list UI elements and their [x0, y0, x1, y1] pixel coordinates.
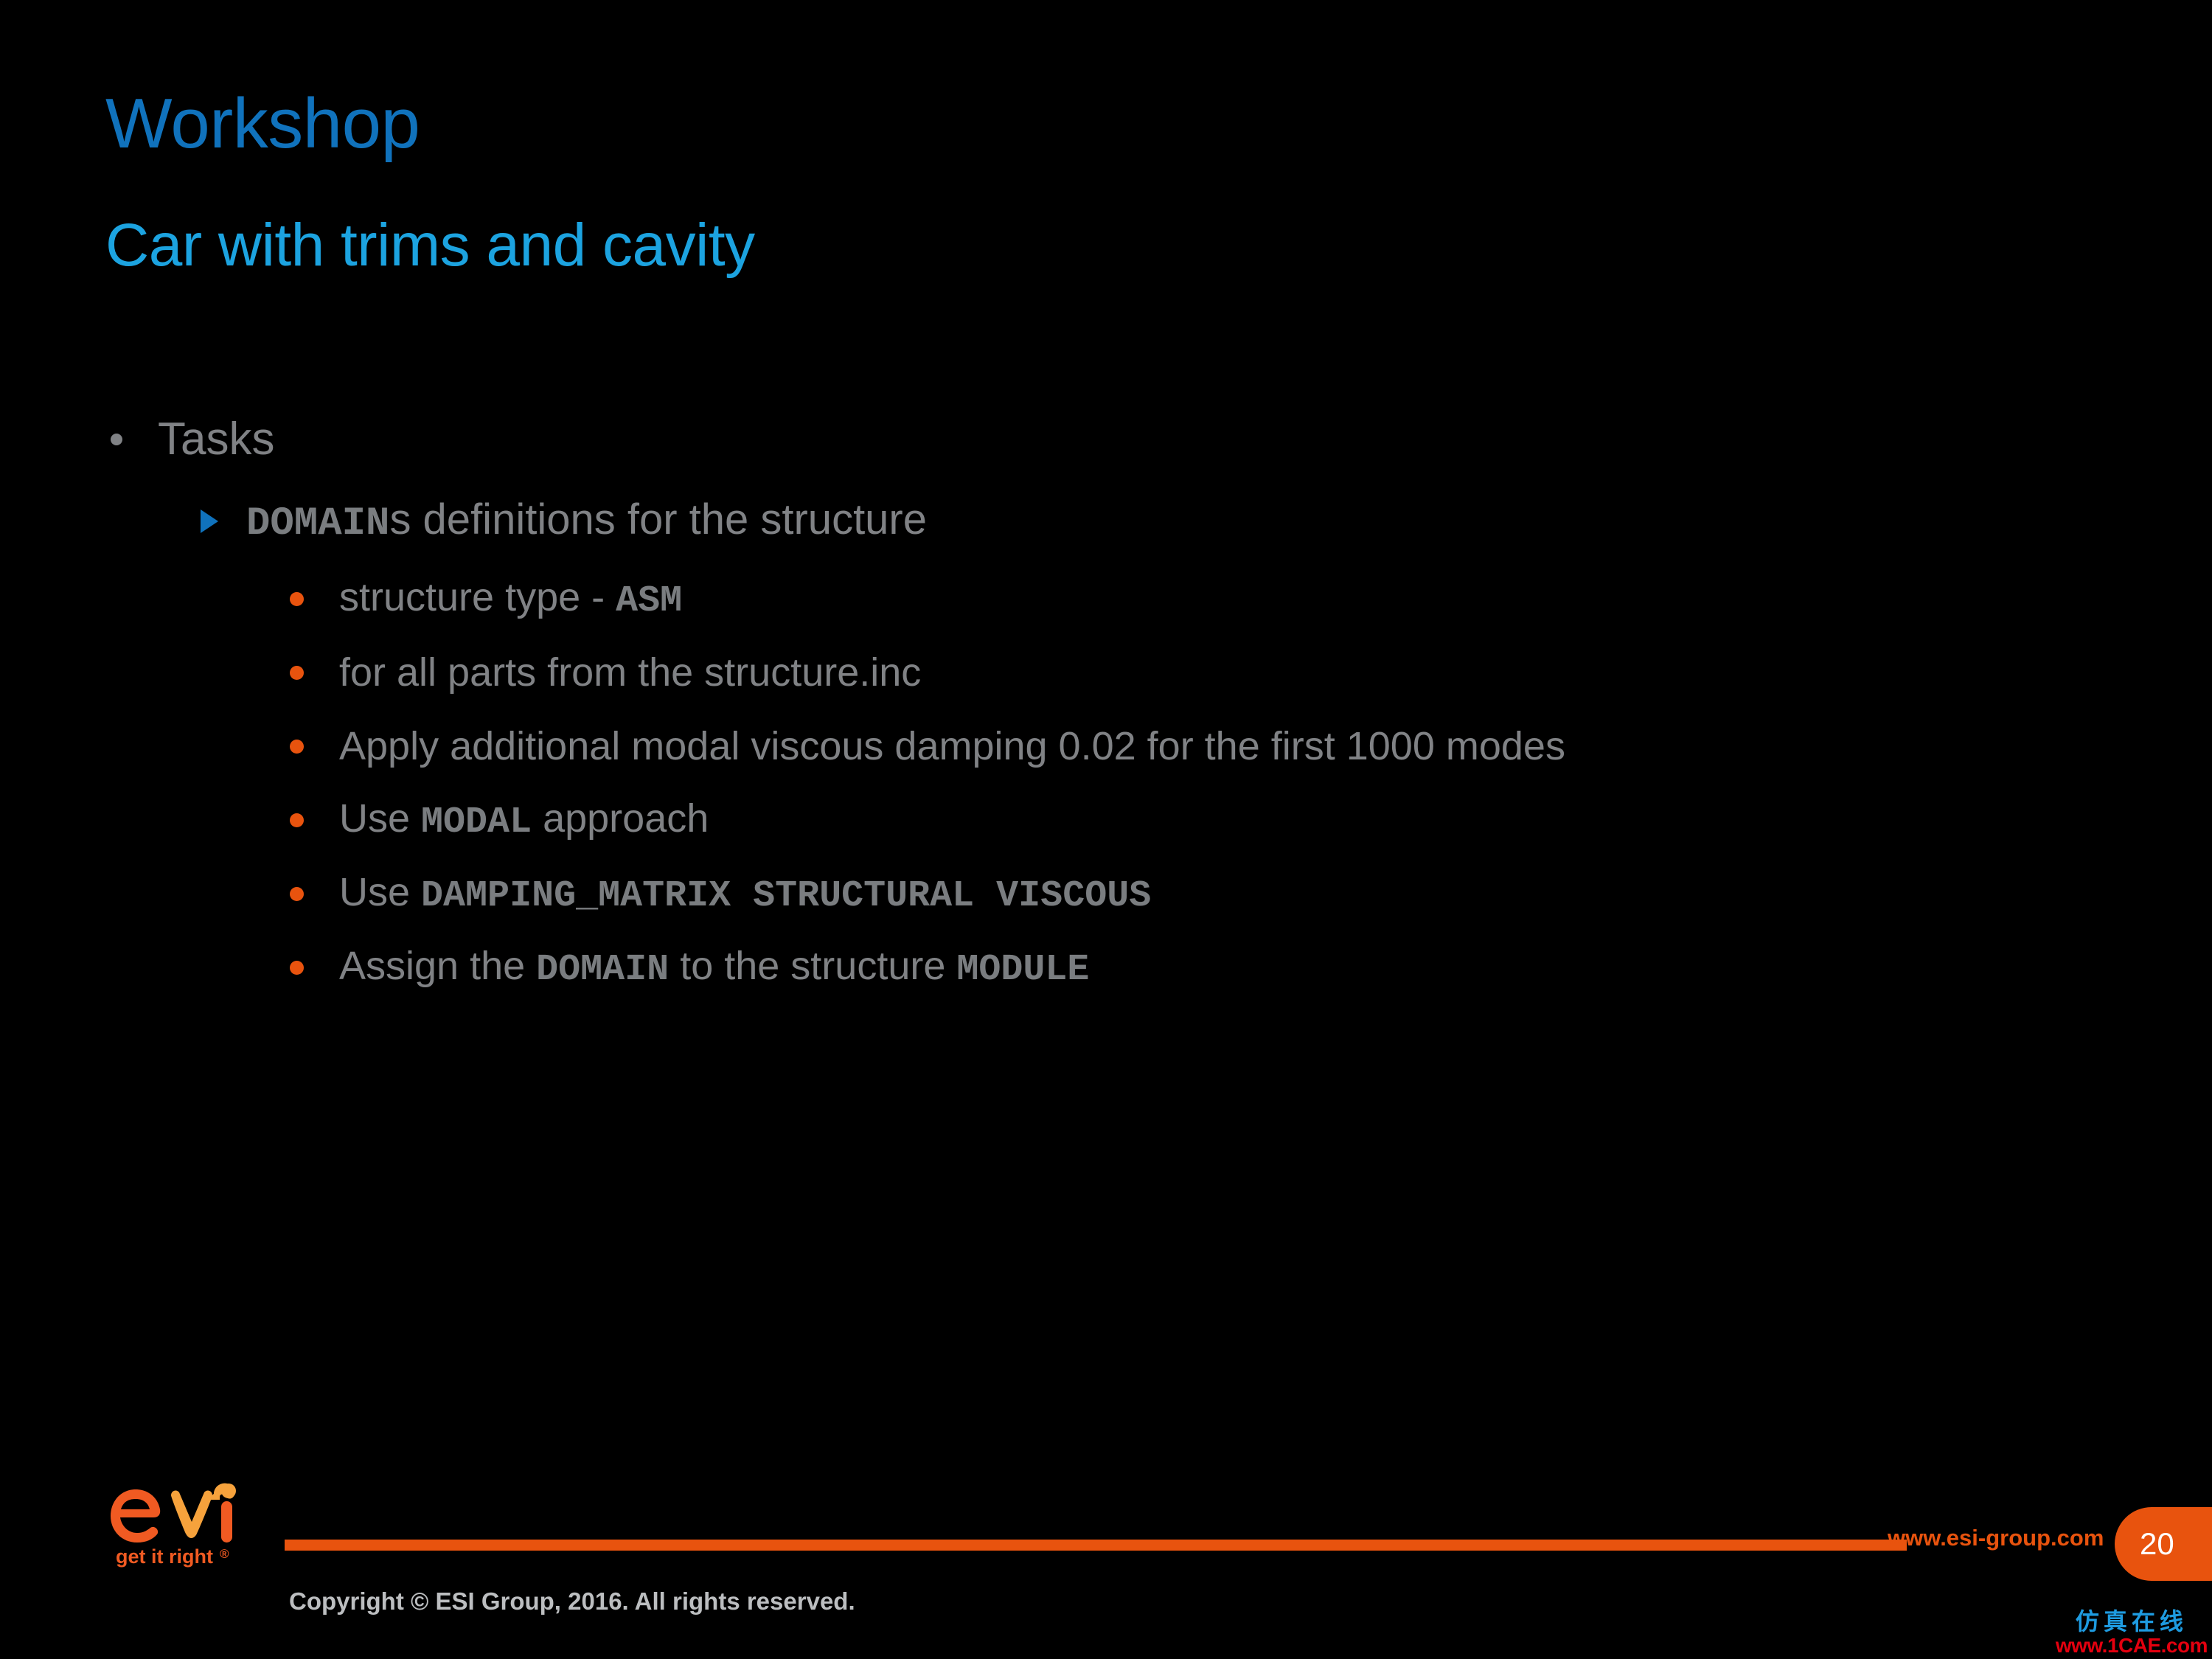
keyword-domain: DOMAIN	[536, 949, 669, 991]
outline-level2-rest: s definitions for the structure	[389, 495, 928, 543]
orange-dot-bullet-icon	[290, 813, 304, 827]
slide-body: Tasks DOMAINs definitions for the struct…	[0, 398, 2212, 1004]
outline-item-level3: structure type - ASM	[290, 562, 2212, 636]
outline-item-level3: for all parts from the structure.inc	[290, 636, 2212, 709]
outline-item-level2: DOMAINs definitions for the structure	[201, 481, 2212, 562]
esi-logo: get it right ®	[103, 1473, 251, 1569]
outline-level3-label: Assign the DOMAIN to the structure MODUL…	[339, 946, 1089, 989]
orange-dot-bullet-icon	[290, 739, 304, 754]
outline-level3-label: Use MODAL approach	[339, 799, 709, 841]
keyword-module: MODULE	[956, 949, 1090, 991]
watermark-en-text: www.1CAE.com	[2055, 1634, 2208, 1657]
orange-dot-bullet-icon	[290, 665, 304, 680]
text-post: approach	[532, 796, 709, 841]
keyword-damping-matrix: DAMPING_MATRIX STRUCTURAL VISCOUS	[421, 875, 1152, 917]
outline-level3-label: Use DAMPING_MATRIX STRUCTURAL VISCOUS	[339, 872, 1151, 915]
blue-triangle-bullet-icon	[201, 509, 218, 533]
watermark-cn-text: 仿真在线	[2075, 1607, 2188, 1635]
text-post: to the structure	[669, 944, 957, 988]
watermark: 仿真在线 www.1CAE.com	[2056, 1610, 2208, 1656]
text-pre: structure type -	[339, 575, 616, 619]
page-subtitle: Car with trims and cavity	[105, 212, 755, 279]
keyword-domain: DOMAIN	[246, 501, 390, 546]
grey-dot-bullet-icon	[111, 434, 122, 445]
footer-website-link[interactable]: www.esi-group.com	[1888, 1525, 2104, 1551]
page-title: Workshop	[105, 84, 420, 163]
page-number: 20	[2140, 1526, 2174, 1561]
esi-logo-mark: get it right ®	[111, 1483, 236, 1568]
footer-divider-rule	[285, 1540, 1907, 1551]
text-pre: Use	[339, 870, 422, 914]
outline-item-level1: Tasks	[111, 398, 2212, 481]
orange-dot-bullet-icon	[290, 886, 304, 901]
orange-dot-bullet-icon	[290, 591, 304, 606]
outline-level1-label: Tasks	[158, 414, 275, 465]
esi-logo-tagline: get it right	[116, 1545, 213, 1568]
outline-item-level3: Use DAMPING_MATRIX STRUCTURAL VISCOUS	[290, 857, 2212, 931]
outline-item-level3: Assign the DOMAIN to the structure MODUL…	[290, 931, 2212, 1004]
outline-item-level3: Use MODAL approach	[290, 783, 2212, 857]
outline-level2-label: DOMAINs definitions for the structure	[246, 498, 927, 544]
outline-level3-label: for all parts from the structure.inc	[339, 650, 922, 695]
keyword-modal: MODAL	[421, 801, 532, 844]
outline-item-level3: Apply additional modal viscous damping 0…	[290, 709, 2212, 783]
outline-level3-label: Apply additional modal viscous damping 0…	[339, 724, 1565, 768]
keyword-asm: ASM	[616, 580, 683, 622]
page-number-badge: 20	[2115, 1507, 2212, 1581]
slide-canvas: Workshop Car with trims and cavity Tasks…	[0, 0, 2212, 1659]
text-pre: Assign the	[339, 944, 537, 988]
outline-level3-label: structure type - ASM	[339, 577, 682, 620]
copyright-notice: Copyright © ESI Group, 2016. All rights …	[289, 1587, 855, 1615]
orange-dot-bullet-icon	[290, 960, 304, 975]
svg-text:®: ®	[220, 1547, 229, 1561]
text-pre: Use	[339, 796, 422, 841]
